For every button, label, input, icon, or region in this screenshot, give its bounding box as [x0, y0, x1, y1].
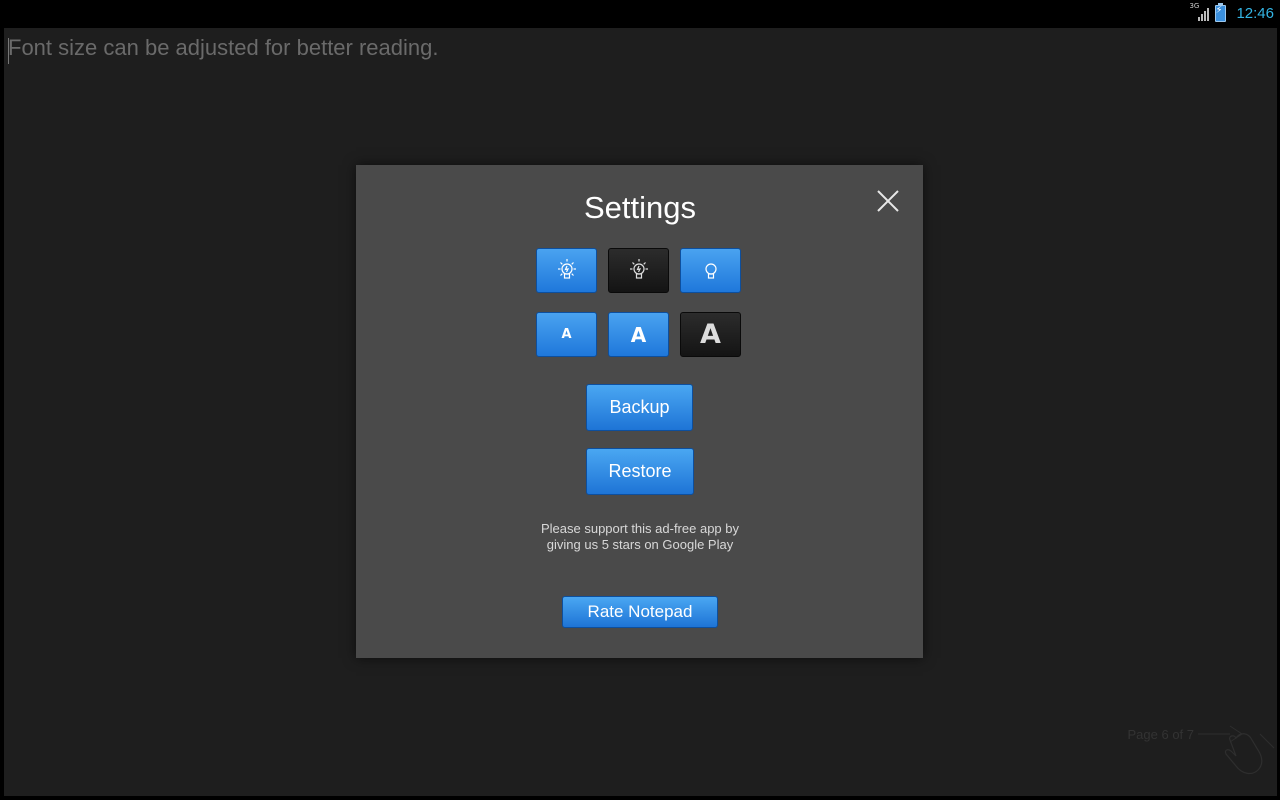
status-bar: 3G 12:46	[0, 0, 1280, 25]
signal-icon: 3G	[1189, 2, 1210, 22]
theme-bright-button[interactable]	[536, 248, 597, 293]
rate-notepad-button[interactable]: Rate Notepad	[562, 596, 718, 628]
font-size-small-button[interactable]: A	[536, 312, 597, 357]
theme-dark-button[interactable]	[608, 248, 669, 293]
backup-button[interactable]: Backup	[586, 384, 693, 431]
note-text[interactable]: Font size can be adjusted for better rea…	[8, 35, 438, 61]
bulb-bright-icon	[557, 258, 576, 279]
dialog-title: Settings	[583, 190, 696, 225]
font-size-medium-label: A	[630, 322, 647, 347]
close-icon[interactable]	[876, 189, 900, 213]
page-indicator: Page 6 of 7	[1127, 727, 1195, 742]
restore-label: Restore	[608, 461, 672, 481]
text-cursor	[8, 38, 9, 64]
font-size-medium-button[interactable]: A	[608, 312, 669, 357]
theme-off-button[interactable]	[680, 248, 741, 293]
font-size-large-button[interactable]: A	[680, 312, 741, 357]
battery-charging-icon	[1215, 2, 1227, 22]
font-size-small-label: A	[561, 327, 572, 342]
swipe-hand-icon	[1198, 725, 1275, 775]
bulb-dark-icon	[629, 258, 648, 279]
status-icons: 3G 12:46	[1189, 2, 1274, 24]
clock: 12:46	[1236, 4, 1274, 22]
backup-label: Backup	[609, 397, 670, 417]
font-size-large-label: A	[700, 319, 721, 350]
rate-notepad-label: Rate Notepad	[587, 602, 693, 621]
bulb-off-icon	[704, 262, 717, 279]
support-message: Please support this ad-free app by givin…	[540, 521, 739, 552]
restore-button[interactable]: Restore	[586, 448, 694, 495]
